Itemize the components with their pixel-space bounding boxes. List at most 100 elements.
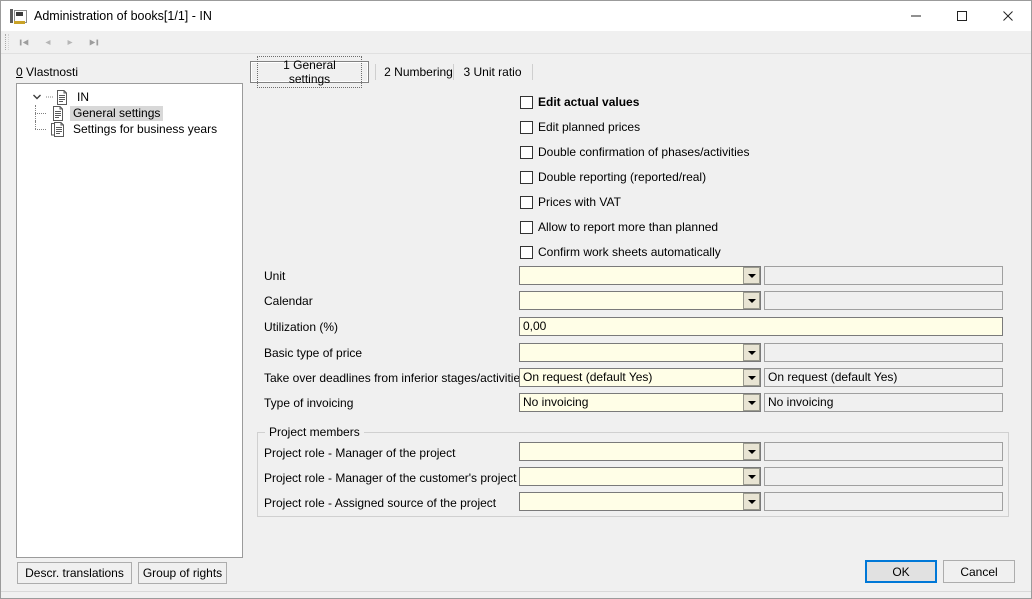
chevron-down-icon[interactable] bbox=[743, 394, 760, 411]
checkbox-confirm-work-sheets[interactable]: Confirm work sheets automatically bbox=[520, 244, 721, 260]
chevron-down-icon[interactable] bbox=[743, 369, 760, 386]
readonly-basic-type-of-price bbox=[764, 343, 1003, 362]
checkbox-label: Double reporting (reported/real) bbox=[538, 170, 707, 184]
readonly-project-role-customer-manager bbox=[764, 467, 1003, 486]
properties-accelerator: 0 bbox=[16, 65, 23, 79]
checkbox-double-confirmation[interactable]: Double confirmation of phases/activities bbox=[520, 144, 749, 160]
documents-stack-icon bbox=[51, 121, 65, 137]
tree-item-general-settings[interactable]: General settings bbox=[17, 105, 242, 121]
tree-item-in[interactable]: IN bbox=[17, 89, 242, 105]
group-of-rights-button[interactable]: Group of rights bbox=[138, 562, 227, 584]
descr-translations-button[interactable]: Descr. translations bbox=[17, 562, 132, 584]
tab-unit-ratio[interactable]: 3 Unit ratio bbox=[455, 61, 530, 83]
label-take-over-deadlines: Take over deadlines from inferior stages… bbox=[264, 371, 531, 385]
properties-label-text: Vlastnosti bbox=[22, 65, 79, 79]
first-record-button[interactable] bbox=[13, 32, 36, 52]
combo-take-over-deadlines[interactable]: On request (default Yes) bbox=[519, 368, 761, 387]
tab-numbering[interactable]: 2 Numbering bbox=[377, 61, 460, 83]
checkbox-box[interactable] bbox=[520, 245, 533, 259]
tree-connector bbox=[31, 105, 51, 121]
chevron-down-icon[interactable] bbox=[743, 267, 760, 284]
readonly-project-role-assigned-source bbox=[764, 492, 1003, 511]
chevron-down-icon[interactable] bbox=[743, 443, 760, 460]
label-utilization: Utilization (%) bbox=[264, 320, 339, 334]
properties-pane-header: 0 Vlastnosti bbox=[16, 65, 244, 83]
checkbox-box[interactable] bbox=[520, 170, 533, 184]
label-calendar: Calendar bbox=[264, 294, 313, 308]
chevron-down-icon[interactable] bbox=[743, 493, 760, 510]
checkbox-box[interactable] bbox=[520, 220, 533, 234]
combo-project-role-manager[interactable] bbox=[519, 442, 761, 461]
combo-basic-type-of-price[interactable] bbox=[519, 343, 761, 362]
document-icon bbox=[55, 89, 69, 105]
combo-take-over-deadlines-value: On request (default Yes) bbox=[523, 370, 653, 384]
tree-connector bbox=[31, 121, 51, 137]
tree-item-label: IN bbox=[77, 89, 89, 104]
tree-item-settings-business-years[interactable]: Settings for business years bbox=[17, 121, 242, 137]
dialog-window: Administration of books[1/1] - IN 0 Vlas… bbox=[0, 0, 1032, 599]
window-controls bbox=[893, 1, 1031, 31]
properties-tree[interactable]: IN General settings Settings for busines… bbox=[16, 83, 243, 558]
cancel-button[interactable]: Cancel bbox=[943, 560, 1015, 583]
checkbox-box[interactable] bbox=[520, 145, 533, 159]
checkbox-label: Allow to report more than planned bbox=[538, 220, 719, 234]
checkbox-prices-with-vat[interactable]: Prices with VAT bbox=[520, 194, 621, 210]
readonly-unit bbox=[764, 266, 1003, 285]
last-record-button[interactable] bbox=[82, 32, 105, 52]
tab-separator bbox=[453, 64, 454, 80]
previous-record-button[interactable] bbox=[36, 32, 59, 52]
close-icon bbox=[1003, 11, 1013, 21]
tree-item-label: General settings bbox=[70, 105, 164, 121]
maximize-button[interactable] bbox=[939, 1, 985, 31]
combo-calendar[interactable] bbox=[519, 291, 761, 310]
first-record-icon bbox=[19, 39, 29, 45]
chevron-down-icon[interactable] bbox=[743, 292, 760, 309]
readonly-calendar bbox=[764, 291, 1003, 310]
label-project-role-manager: Project role - Manager of the project bbox=[264, 446, 456, 460]
document-icon bbox=[51, 105, 65, 121]
close-button[interactable] bbox=[985, 1, 1031, 31]
checkbox-box[interactable] bbox=[520, 95, 533, 109]
label-basic-type-of-price: Basic type of price bbox=[264, 346, 363, 360]
input-utilization[interactable]: 0,00 bbox=[519, 317, 1003, 336]
maximize-icon bbox=[957, 11, 967, 21]
checkbox-edit-actual-values[interactable]: Edit actual values bbox=[520, 94, 639, 110]
tab-separator bbox=[375, 64, 376, 80]
next-record-button[interactable] bbox=[59, 32, 82, 52]
book-document-icon bbox=[10, 8, 27, 24]
combo-unit[interactable] bbox=[519, 266, 761, 285]
label-type-of-invoicing: Type of invoicing bbox=[264, 396, 354, 410]
checkbox-box[interactable] bbox=[520, 120, 533, 134]
chevron-down-icon[interactable] bbox=[743, 468, 760, 485]
checkbox-allow-report-more[interactable]: Allow to report more than planned bbox=[520, 219, 718, 235]
tab-general-settings[interactable]: 1 General settings bbox=[250, 56, 369, 88]
tab-label: 3 Unit ratio bbox=[463, 65, 522, 79]
checkbox-label: Double confirmation of phases/activities bbox=[538, 145, 750, 159]
label-project-role-assigned-source: Project role - Assigned source of the pr… bbox=[264, 496, 497, 510]
checkbox-double-reporting[interactable]: Double reporting (reported/real) bbox=[520, 169, 706, 185]
ok-button[interactable]: OK bbox=[865, 560, 937, 583]
toolbar-grip[interactable] bbox=[5, 34, 9, 50]
minimize-icon bbox=[911, 15, 921, 17]
checkbox-box[interactable] bbox=[520, 195, 533, 209]
label-unit: Unit bbox=[264, 269, 286, 283]
checkbox-label: Edit planned prices bbox=[538, 120, 641, 134]
checkbox-label: Edit actual values bbox=[538, 95, 640, 109]
last-record-icon bbox=[89, 39, 99, 45]
combo-project-role-customer-manager[interactable] bbox=[519, 467, 761, 486]
checkbox-edit-planned-prices[interactable]: Edit planned prices bbox=[520, 119, 640, 135]
bottom-divider bbox=[1, 591, 1031, 592]
window-title: Administration of books[1/1] - IN bbox=[34, 9, 212, 23]
minimize-button[interactable] bbox=[893, 1, 939, 31]
readonly-type-of-invoicing: No invoicing bbox=[764, 393, 1003, 412]
chevron-down-icon[interactable] bbox=[29, 89, 45, 105]
checkbox-label: Confirm work sheets automatically bbox=[538, 245, 721, 259]
combo-project-role-assigned-source[interactable] bbox=[519, 492, 761, 511]
title-bar: Administration of books[1/1] - IN bbox=[1, 1, 1031, 31]
chevron-down-icon[interactable] bbox=[743, 344, 760, 361]
combo-type-of-invoicing[interactable]: No invoicing bbox=[519, 393, 761, 412]
properties-label: 0 Vlastnosti bbox=[16, 65, 244, 79]
next-record-icon bbox=[67, 39, 73, 45]
readonly-project-role-manager bbox=[764, 442, 1003, 461]
tab-strip: 1 General settings 2 Numbering 3 Unit ra… bbox=[250, 56, 1016, 88]
